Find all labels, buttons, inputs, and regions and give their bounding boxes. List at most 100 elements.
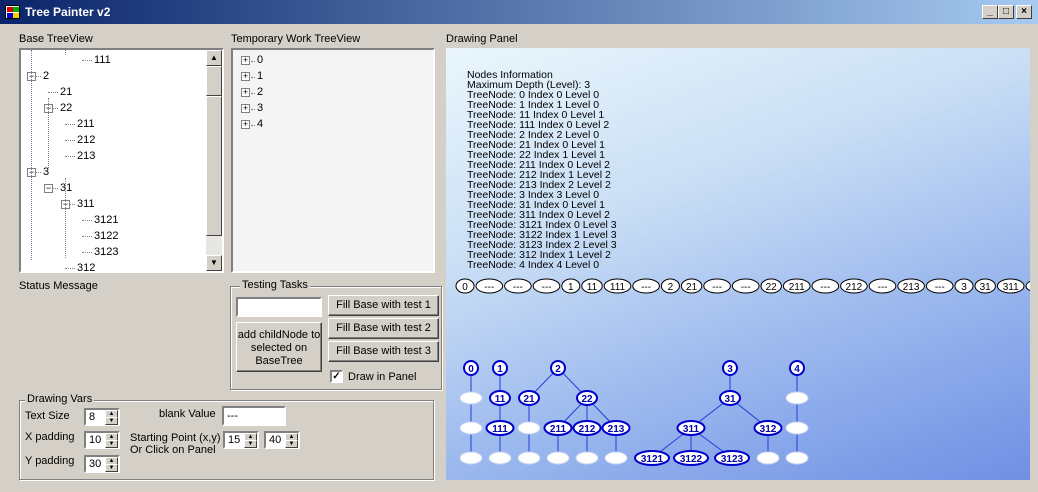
temp-treeview[interactable]: +0 +1 +2 +3 +4 [231, 48, 435, 273]
collapse-toggle-icon[interactable]: − [44, 184, 53, 193]
tree-connector [82, 60, 92, 61]
start-y-spinner[interactable]: 40 ▲ ▼ [264, 431, 300, 449]
expand-toggle-icon[interactable]: + [241, 88, 250, 97]
blank-node [785, 391, 809, 405]
tree-node-label: 0 [468, 364, 474, 375]
tree-node[interactable]: 312 [77, 262, 95, 271]
sequence-node-label: --- [513, 282, 523, 293]
scroll-up-icon[interactable]: ▲ [206, 50, 222, 66]
app-icon [5, 5, 20, 19]
tree-connector [65, 140, 75, 141]
expand-toggle-icon[interactable]: + [241, 104, 250, 113]
add-child-node-button[interactable]: add childNode to selected on BaseTree [236, 322, 322, 372]
tree-connector [48, 98, 49, 168]
drawing-panel-label: Drawing Panel [446, 33, 518, 45]
tree-node[interactable]: 21 [60, 86, 72, 98]
text-size-value: 8 [89, 411, 96, 423]
tree-node[interactable]: 211 [77, 118, 95, 130]
tree-node[interactable]: 31 [60, 182, 72, 194]
checkmark-icon: ✓ [332, 371, 341, 382]
title-bar: Tree Painter v2 _ □ × [0, 0, 1038, 24]
sequence-node-label: --- [641, 282, 651, 293]
x-padding-label: X padding [25, 431, 75, 443]
fill-test-1-button[interactable]: Fill Base with test 1 [328, 295, 439, 316]
tree-node[interactable]: 22 [60, 102, 72, 114]
testing-tasks-label: Testing Tasks [240, 279, 310, 291]
tree-connector [31, 50, 32, 260]
tree-node-label: 22 [581, 394, 593, 405]
blank-node [459, 451, 483, 465]
spin-down-icon[interactable]: ▼ [105, 440, 118, 448]
click-on-panel-label: Or Click on Panel [130, 444, 216, 456]
minimize-button[interactable]: _ [982, 5, 998, 19]
sequence-node-label: 31 [980, 282, 992, 293]
tree-connector [251, 77, 255, 78]
tree-node[interactable]: 3122 [94, 230, 118, 242]
scroll-down-icon[interactable]: ▼ [206, 255, 222, 271]
tree-connector [65, 50, 66, 55]
close-button[interactable]: × [1016, 5, 1032, 19]
blank-node [459, 421, 483, 435]
text-size-spinner[interactable]: 8 ▲ ▼ [84, 408, 120, 426]
sequence-node-label: 311 [1003, 282, 1019, 293]
tree-node[interactable]: 3 [257, 102, 263, 114]
y-padding-spinner[interactable]: 30 ▲ ▼ [84, 455, 120, 473]
sequence-node-label: --- [935, 282, 945, 293]
temp-treeview-label: Temporary Work TreeView [231, 33, 361, 45]
drawing-panel[interactable]: Nodes Information Maximum Depth (Level): … [446, 48, 1030, 480]
tree-node-label: 3123 [721, 454, 744, 465]
tree-node[interactable]: 4 [257, 118, 263, 130]
fill-test-2-button[interactable]: Fill Base with test 2 [328, 318, 439, 339]
sequence-node [1025, 280, 1030, 292]
tree-connector [65, 156, 75, 157]
tree-node-label: 213 [608, 424, 625, 435]
child-node-input[interactable] [236, 297, 322, 317]
maximize-button[interactable]: □ [998, 5, 1014, 19]
tree-node[interactable]: 0 [257, 54, 263, 66]
base-treeview-scrollbar[interactable]: ▲ ▼ [206, 50, 222, 271]
tree-node[interactable]: 311 [77, 198, 95, 210]
fill-test-3-button[interactable]: Fill Base with test 3 [328, 341, 439, 362]
spin-down-icon[interactable]: ▼ [244, 440, 257, 448]
expand-toggle-icon[interactable]: + [241, 72, 250, 81]
start-x-spinner[interactable]: 15 ▲ ▼ [223, 431, 259, 449]
expand-toggle-icon[interactable]: + [241, 120, 250, 129]
spin-down-icon[interactable]: ▼ [105, 464, 118, 472]
scroll-thumb-body[interactable] [206, 96, 222, 236]
window-title: Tree Painter v2 [25, 5, 111, 19]
tree-node-label: 4 [794, 364, 800, 375]
x-padding-spinner[interactable]: 10 ▲ ▼ [84, 431, 120, 449]
tree-node[interactable]: 3123 [94, 246, 118, 258]
tree-connector [82, 220, 92, 221]
sequence-node-label: --- [712, 282, 722, 293]
sequence-node-label: 1 [568, 282, 574, 293]
sequence-node-label: --- [484, 282, 494, 293]
tree-node[interactable]: 3121 [94, 214, 118, 226]
tree-node[interactable]: 2 [43, 70, 49, 82]
tree-node-label: 311 [683, 424, 700, 435]
tree-node[interactable]: 213 [77, 150, 95, 162]
tree-node[interactable]: 111 [94, 54, 111, 66]
status-message-label: Status Message [19, 280, 98, 292]
sequence-node-label: --- [878, 282, 888, 293]
draw-in-panel-checkbox[interactable]: ✓ [330, 370, 343, 383]
base-treeview[interactable]: 111−2 21−22 211 212 213−3−31−311 3121 3122 3123… [19, 48, 224, 273]
draw-in-panel-label: Draw in Panel [348, 371, 417, 383]
scroll-thumb[interactable] [206, 66, 222, 96]
tree-node[interactable]: 212 [77, 134, 95, 146]
blank-value-input[interactable] [222, 406, 286, 426]
tree-node-label: 11 [495, 394, 506, 405]
expand-toggle-icon[interactable]: + [241, 56, 250, 65]
tree-node-label: 2 [555, 364, 561, 375]
blank-node [546, 451, 570, 465]
drawing-vars-label: Drawing Vars [25, 393, 95, 405]
blank-node [459, 391, 483, 405]
tree-node[interactable]: 1 [257, 70, 263, 82]
tree-node[interactable]: 2 [257, 86, 263, 98]
spin-down-icon[interactable]: ▼ [105, 417, 118, 425]
blank-node [785, 451, 809, 465]
tree-connector [251, 125, 255, 126]
spin-down-icon[interactable]: ▼ [285, 440, 298, 448]
tree-node-label: 211 [550, 424, 567, 435]
tree-node-label: 21 [523, 394, 535, 405]
